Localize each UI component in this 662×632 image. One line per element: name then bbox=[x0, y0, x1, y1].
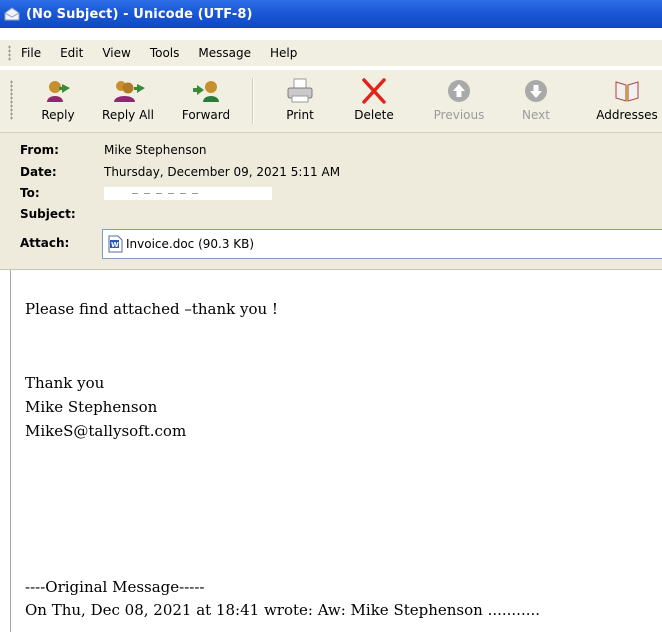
from-label: From: bbox=[20, 143, 59, 157]
menu-help[interactable]: Help bbox=[270, 46, 297, 60]
attach-row: Attach: bbox=[20, 234, 104, 252]
toolbar-separator bbox=[252, 78, 254, 124]
menu-file[interactable]: File bbox=[21, 46, 41, 60]
window-title: (No Subject) - Unicode (UTF-8) bbox=[26, 6, 253, 22]
date-label: Date: bbox=[20, 165, 57, 179]
toolbar: Reply Reply All Forward Print Delete Pre… bbox=[0, 70, 662, 133]
forward-icon bbox=[193, 81, 219, 102]
from-row: From: Mike Stephenson bbox=[20, 141, 207, 159]
attachment-box: W Invoice.doc (90.3 KB) bbox=[102, 229, 662, 259]
message-header: From: Mike Stephenson Date: Thursday, De… bbox=[0, 133, 662, 270]
delete-button[interactable]: Delete bbox=[342, 76, 406, 128]
svg-text:W: W bbox=[111, 241, 119, 249]
body-line: Please find attached –thank you ! bbox=[25, 300, 278, 318]
menu-edit[interactable]: Edit bbox=[60, 46, 83, 60]
forward-button[interactable]: Forward bbox=[174, 76, 238, 128]
menu-message[interactable]: Message bbox=[198, 46, 251, 60]
title-bar: (No Subject) - Unicode (UTF-8) bbox=[0, 0, 662, 28]
date-row: Date: Thursday, December 09, 2021 5:11 A… bbox=[20, 163, 340, 181]
body-email[interactable]: MikeS@tallysoft.com bbox=[25, 419, 186, 443]
delete-x-icon bbox=[362, 78, 386, 104]
previous-button[interactable]: Previous bbox=[427, 76, 491, 128]
print-button[interactable]: Print bbox=[268, 76, 332, 128]
printer-icon bbox=[287, 78, 313, 103]
reply-all-icon bbox=[114, 81, 145, 102]
original-message-line: On Thu, Dec 08, 2021 at 18:41 wrote: Aw:… bbox=[25, 601, 541, 619]
up-arrow-icon bbox=[448, 80, 470, 102]
to-row: To: bbox=[20, 184, 272, 202]
reply-button[interactable]: Reply bbox=[26, 76, 90, 128]
attachment-file[interactable]: Invoice.doc (90.3 KB) bbox=[126, 237, 254, 251]
down-arrow-icon bbox=[525, 80, 547, 102]
to-label: To: bbox=[20, 186, 40, 200]
menu-grip[interactable] bbox=[8, 45, 11, 61]
to-value-redacted bbox=[104, 186, 272, 200]
body-line: Mike Stephenson bbox=[25, 398, 158, 416]
next-button[interactable]: Next bbox=[504, 76, 568, 128]
addresses-button[interactable]: Addresses bbox=[592, 76, 662, 128]
address-book-icon bbox=[615, 81, 639, 102]
subject-row: Subject: bbox=[20, 205, 104, 223]
subject-label: Subject: bbox=[20, 207, 76, 221]
message-body[interactable]: Please find attached –thank you ! Thank … bbox=[10, 270, 662, 632]
original-message-divider: ----Original Message----- bbox=[25, 578, 205, 596]
from-value: Mike Stephenson bbox=[104, 143, 207, 157]
reply-icon bbox=[47, 81, 70, 102]
menu-bar: File Edit View Tools Message Help bbox=[0, 40, 662, 66]
menu-tools[interactable]: Tools bbox=[150, 46, 180, 60]
envelope-icon bbox=[4, 7, 20, 21]
body-line: Thank you bbox=[25, 374, 105, 392]
word-document-icon: W bbox=[108, 235, 123, 253]
menu-view[interactable]: View bbox=[102, 46, 130, 60]
attach-label: Attach: bbox=[20, 236, 70, 250]
date-value: Thursday, December 09, 2021 5:11 AM bbox=[104, 165, 341, 179]
toolbar-grip[interactable] bbox=[10, 80, 13, 120]
reply-all-button[interactable]: Reply All bbox=[96, 76, 160, 128]
